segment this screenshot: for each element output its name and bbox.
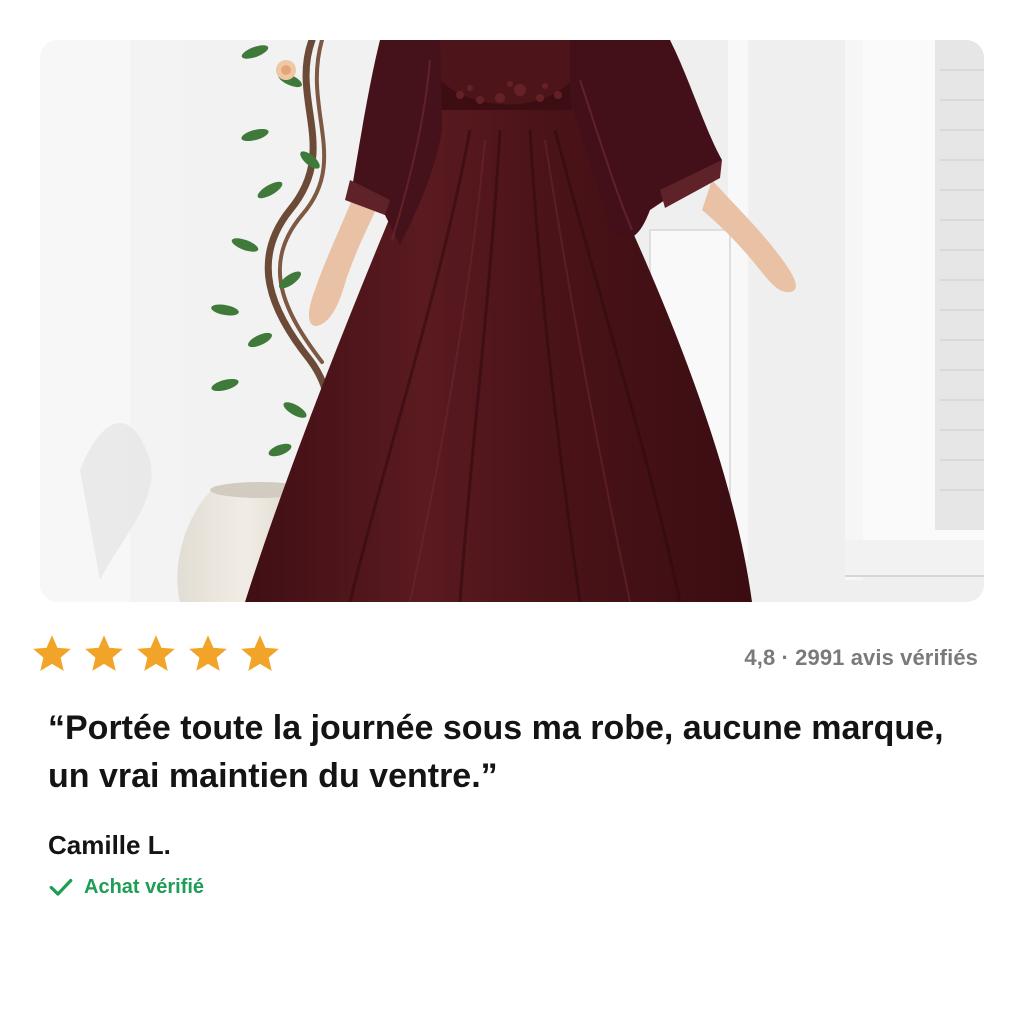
reviewer-name: Camille L. [48, 830, 171, 860]
star-rating [30, 632, 282, 676]
rating-row: 4,8 · 2991 avis vérifiés [30, 632, 978, 680]
verified-purchase-badge: Achat vérifié [48, 874, 204, 900]
verified-label: Achat vérifié [84, 875, 205, 898]
dress-photo-illustration [40, 40, 984, 602]
star-icon [33, 635, 71, 671]
review-quote: “Portée toute la journée sous ma robe, a… [48, 709, 944, 795]
checkmark-icon [49, 878, 73, 896]
star-icon [189, 635, 227, 671]
star-icon [85, 635, 123, 671]
star-icon [137, 635, 175, 671]
review-card: 4,8 · 2991 avis vérifiés “Portée toute l… [0, 0, 1024, 1024]
star-icon [241, 635, 279, 671]
rating-summary: 4,8 · 2991 avis vérifiés [744, 645, 978, 670]
product-photo [40, 40, 984, 602]
